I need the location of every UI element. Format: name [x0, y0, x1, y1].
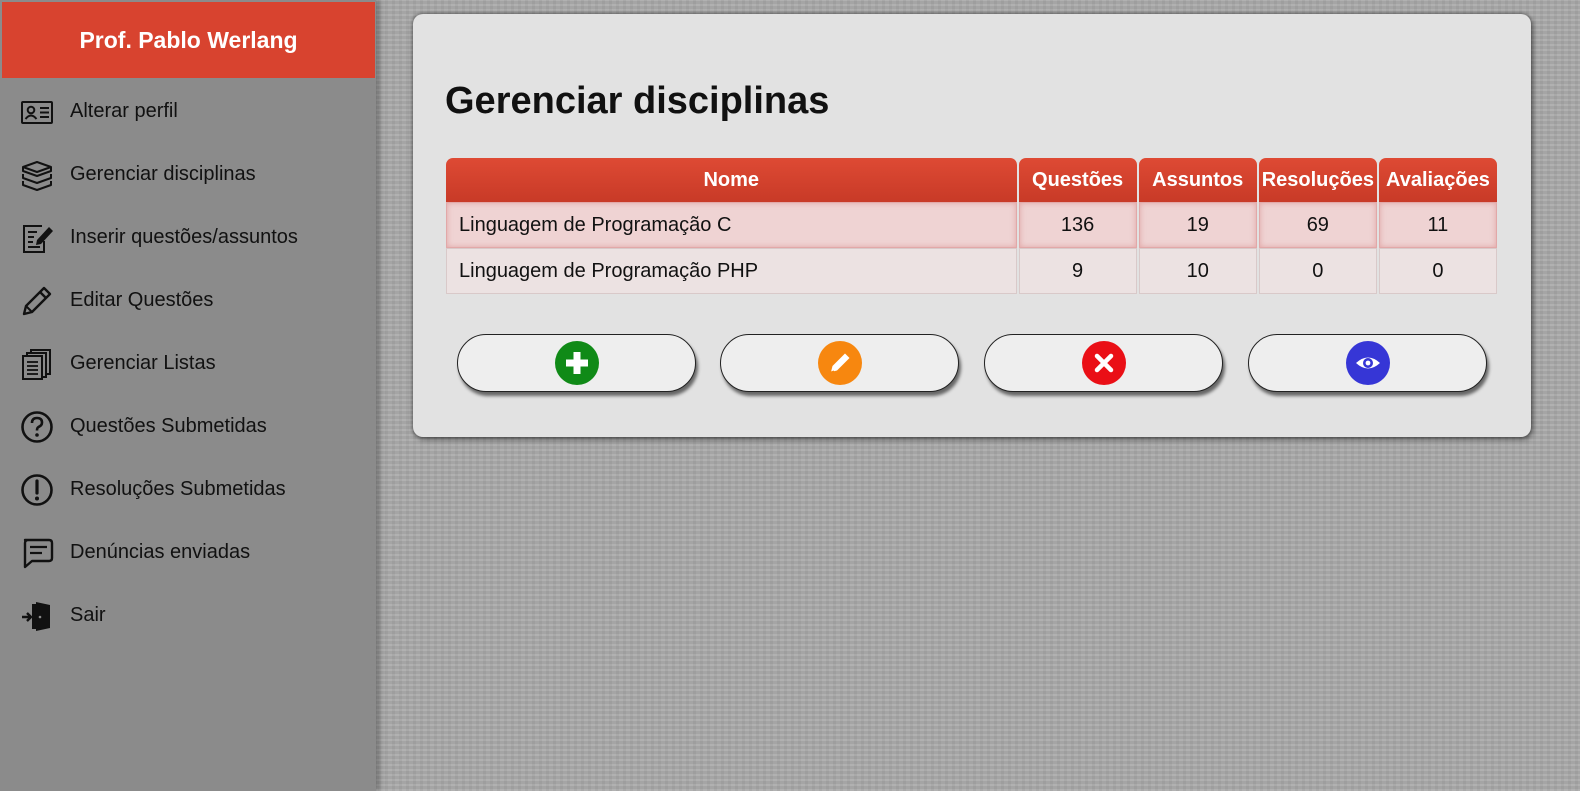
- cell-resolucoes: 0: [1258, 248, 1377, 294]
- sidebar-item-label: Sair: [70, 604, 106, 626]
- sidebar-item-sair[interactable]: Sair: [0, 584, 376, 647]
- pencil-icon: [20, 284, 54, 318]
- column-header-nome[interactable]: Nome: [446, 158, 1017, 202]
- sidebar-item-label: Gerenciar disciplinas: [70, 163, 256, 185]
- add-button[interactable]: [457, 334, 696, 392]
- sidebar-item-questoes-submetidas[interactable]: Questões Submetidas: [0, 395, 376, 458]
- plus-icon: [554, 341, 599, 385]
- sidebar-item-label: Resoluções Submetidas: [70, 478, 286, 500]
- table-header-row: Nome Questões Assuntos Resoluções Avalia…: [446, 158, 1497, 202]
- disciplines-table: Nome Questões Assuntos Resoluções Avalia…: [444, 158, 1499, 294]
- books-stack-icon: [20, 158, 54, 192]
- cell-nome: Linguagem de Programação C: [446, 202, 1017, 248]
- pencil-icon: [817, 341, 862, 385]
- message-icon: [20, 536, 54, 570]
- column-header-resolucoes[interactable]: Resoluções: [1258, 158, 1377, 202]
- sidebar-item-gerenciar-listas[interactable]: Gerenciar Listas: [0, 332, 376, 395]
- column-header-assuntos[interactable]: Assuntos: [1138, 158, 1257, 202]
- cell-resolucoes: 69: [1258, 202, 1377, 248]
- sidebar-item-editar-questoes[interactable]: Editar Questões: [0, 269, 376, 332]
- documents-icon: [20, 347, 54, 381]
- edit-button[interactable]: [720, 334, 959, 392]
- exclamation-circle-icon: [20, 473, 54, 507]
- cell-assuntos: 19: [1138, 202, 1257, 248]
- sidebar-item-label: Inserir questões/assuntos: [70, 226, 298, 248]
- sidebar-item-label: Denúncias enviadas: [70, 541, 251, 563]
- table-row[interactable]: Linguagem de Programação C 136 19 69 11: [446, 202, 1497, 248]
- cell-questoes: 136: [1018, 202, 1137, 248]
- sidebar-item-alterar-perfil[interactable]: Alterar perfil: [0, 80, 376, 143]
- exit-door-icon: [20, 599, 54, 633]
- close-icon: [1081, 341, 1126, 385]
- cell-avaliacoes: 0: [1378, 248, 1497, 294]
- cell-questoes: 9: [1018, 248, 1137, 294]
- column-header-avaliacoes[interactable]: Avaliações: [1378, 158, 1497, 202]
- sidebar-item-denuncias-enviadas[interactable]: Denúncias enviadas: [0, 521, 376, 584]
- table-row[interactable]: Linguagem de Programação PHP 9 10 0 0: [446, 248, 1497, 294]
- sidebar-item-label: Gerenciar Listas: [70, 352, 216, 374]
- id-card-icon: [20, 95, 54, 129]
- sidebar-item-gerenciar-disciplinas[interactable]: Gerenciar disciplinas: [0, 143, 376, 206]
- eye-icon: [1345, 341, 1390, 385]
- sidebar: Prof. Pablo Werlang Alterar perfil Geren…: [0, 0, 376, 791]
- cell-assuntos: 10: [1138, 248, 1257, 294]
- sidebar-item-label: Alterar perfil: [70, 100, 178, 122]
- main-panel: Gerenciar disciplinas Nome Questões Assu…: [413, 14, 1531, 437]
- sidebar-item-label: Questões Submetidas: [70, 415, 267, 437]
- user-name-header: Prof. Pablo Werlang: [2, 2, 375, 78]
- sidebar-nav: Alterar perfil Gerenciar disciplinas Ins…: [0, 80, 376, 647]
- column-header-questoes[interactable]: Questões: [1018, 158, 1137, 202]
- question-circle-icon: [20, 410, 54, 444]
- page-title: Gerenciar disciplinas: [445, 80, 830, 122]
- cell-nome: Linguagem de Programação PHP: [446, 248, 1017, 294]
- view-button[interactable]: [1248, 334, 1487, 392]
- sidebar-item-label: Editar Questões: [70, 289, 214, 311]
- edit-document-icon: [20, 221, 54, 255]
- sidebar-item-inserir-questoes[interactable]: Inserir questões/assuntos: [0, 206, 376, 269]
- cell-avaliacoes: 11: [1378, 202, 1497, 248]
- delete-button[interactable]: [984, 334, 1223, 392]
- sidebar-item-resolucoes-submetidas[interactable]: Resoluções Submetidas: [0, 458, 376, 521]
